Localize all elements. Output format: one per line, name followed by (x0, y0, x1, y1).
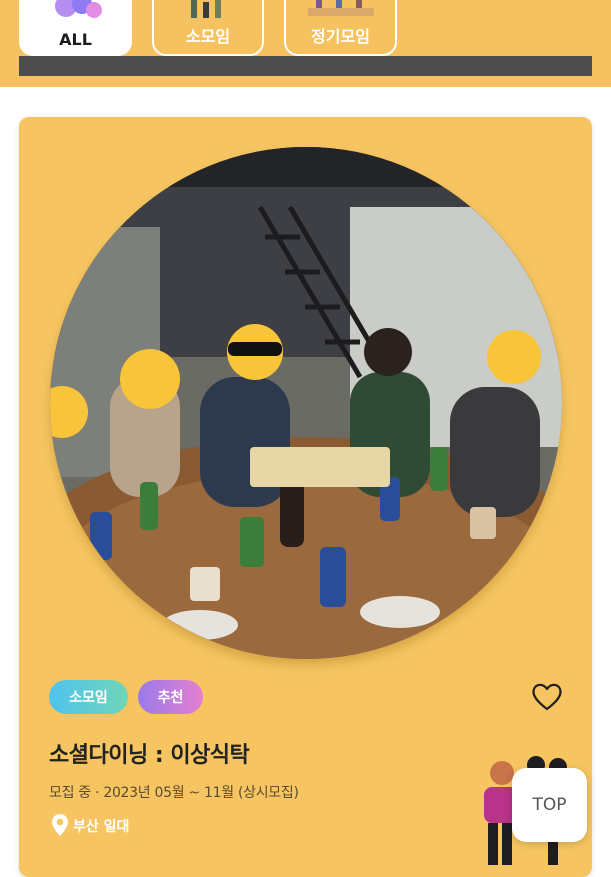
meeting-photo[interactable] (50, 147, 562, 659)
tag-small-group: 소모임 (49, 680, 128, 714)
tab-small-group[interactable]: 소모임 (152, 0, 264, 56)
tab-all-label: ALL (59, 30, 92, 49)
tab-all[interactable]: ALL (19, 0, 132, 56)
tab-regular-meeting-thumbnail (307, 0, 374, 16)
tag-recommended: 추천 (138, 680, 203, 714)
category-tab-bar: ALL 소모임 정기모임 (0, 0, 611, 87)
location-pin-icon (52, 814, 68, 836)
tab-regular-meeting-label: 정기모임 (311, 27, 370, 46)
meeting-title[interactable]: 소셜다이닝 : 이상식탁 (49, 737, 250, 769)
recruitment-period: 모집 중 · 2023년 05월 ~ 11월 (상시모집) (49, 785, 299, 801)
tab-all-thumbnail (54, 0, 102, 18)
scroll-top-button[interactable]: TOP (512, 768, 587, 842)
meeting-location: 부산 일대 (73, 819, 130, 835)
tab-regular-meeting[interactable]: 정기모임 (284, 0, 397, 56)
tab-bar-underline (19, 56, 592, 76)
tab-small-group-label: 소모임 (185, 27, 231, 46)
tab-small-group-thumbnail (191, 0, 221, 18)
heart-icon[interactable] (531, 682, 563, 712)
